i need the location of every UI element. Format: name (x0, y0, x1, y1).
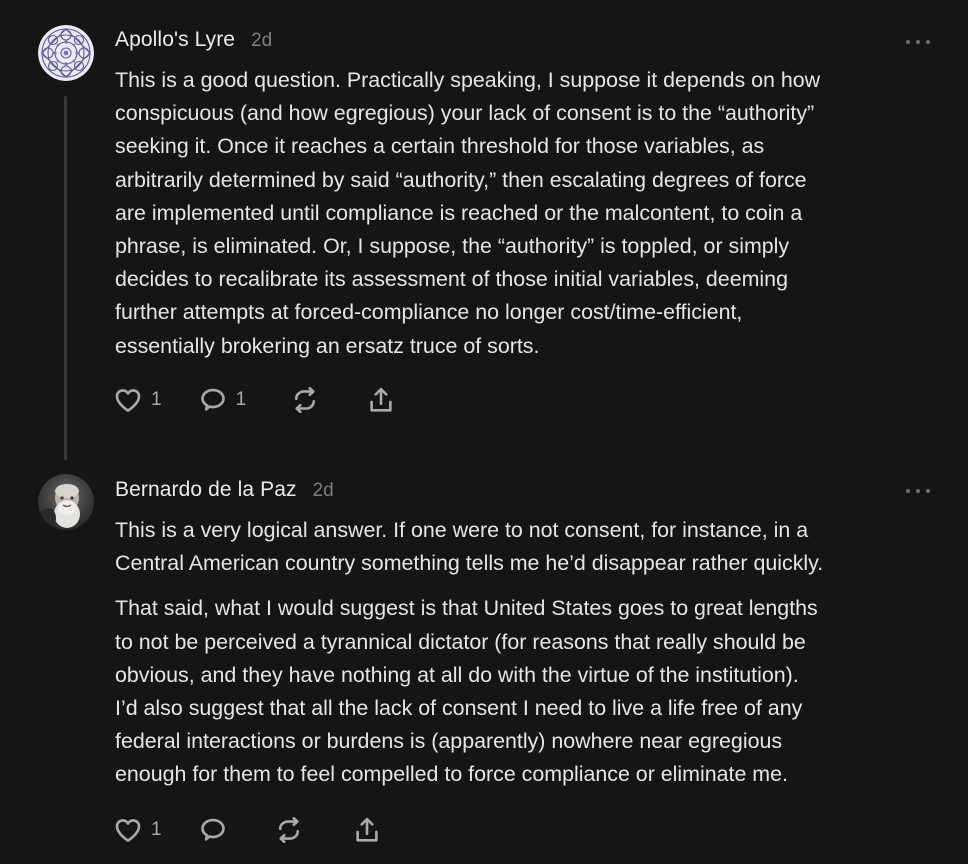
comment-line: This is a good question. Practically spe… (115, 68, 821, 92)
comment-line: That said, what I would suggest is that … (115, 596, 818, 621)
author-name[interactable]: Apollo's Lyre (115, 28, 235, 52)
comment-bubble-icon (200, 818, 225, 841)
reply-button[interactable] (198, 815, 228, 845)
comment-line: arbitrarily determined by said “authorit… (115, 167, 807, 192)
more-options-icon[interactable] (906, 36, 930, 48)
like-button[interactable]: 1 (113, 385, 162, 415)
like-count: 1 (151, 819, 162, 840)
more-options-icon[interactable] (906, 485, 930, 497)
author-name[interactable]: Bernardo de la Paz (115, 478, 297, 502)
reply-count: 1 (235, 389, 247, 410)
comment-line: obvious, and they have nothing at all do… (115, 662, 799, 687)
like-count: 1 (151, 389, 162, 410)
reply-button[interactable]: 1 (198, 385, 247, 415)
comment-header: Bernardo de la Paz 2d (115, 478, 334, 508)
share-icon (355, 817, 378, 842)
comment-line: are implemented until compliance is reac… (115, 200, 803, 225)
comment-bubble-icon (200, 388, 225, 411)
comment-body: This is a very logical answer. If one we… (115, 514, 937, 792)
comment-line: to not be perceived a tyrannical dictato… (115, 629, 806, 654)
share-button[interactable] (366, 385, 396, 415)
comment-line: seeking it. Once it reaches a certain th… (115, 134, 765, 159)
restack-button[interactable] (290, 385, 320, 415)
heart-icon (115, 389, 141, 412)
profile-photo-icon (38, 474, 94, 530)
comment-body: This is a good question. Practically spe… (115, 64, 937, 363)
restack-button[interactable] (274, 815, 304, 845)
timestamp[interactable]: 2d (251, 30, 272, 52)
mandala-avatar-icon (38, 25, 94, 81)
comment-line: phrase, is eliminated. Or, I suppose, th… (115, 234, 790, 259)
comment-line: enough for them to feel compelled to for… (115, 762, 788, 787)
thread-line (64, 96, 67, 460)
timestamp[interactable]: 2d (313, 480, 334, 502)
comment-header: Apollo's Lyre 2d (115, 28, 272, 58)
restack-icon (278, 816, 299, 844)
share-icon (370, 387, 392, 412)
comment-line: decides to recalibrate its assessment of… (115, 267, 788, 292)
avatar[interactable] (38, 474, 94, 530)
restack-icon (295, 386, 316, 414)
comment-actions: 1 (113, 815, 382, 845)
avatar[interactable] (38, 25, 94, 81)
comment-line: further attempts at forced-compliance no… (115, 300, 743, 325)
comment-line: I’d also suggest that all the lack of co… (115, 696, 803, 721)
comment-actions: 1 1 (113, 385, 396, 415)
comment-line: essentially brokering an ersatz truce of… (115, 333, 540, 358)
comment-line: Central American country something tells… (115, 551, 824, 576)
heart-icon (115, 819, 141, 842)
comment-line: This is a very logical answer. If one we… (115, 518, 809, 542)
comment-line: federal interactions or burdens is (appa… (115, 729, 783, 754)
like-button[interactable]: 1 (113, 815, 162, 845)
comment-line: conspicuous (and how egregious) your lac… (115, 101, 815, 126)
share-button[interactable] (352, 815, 382, 845)
